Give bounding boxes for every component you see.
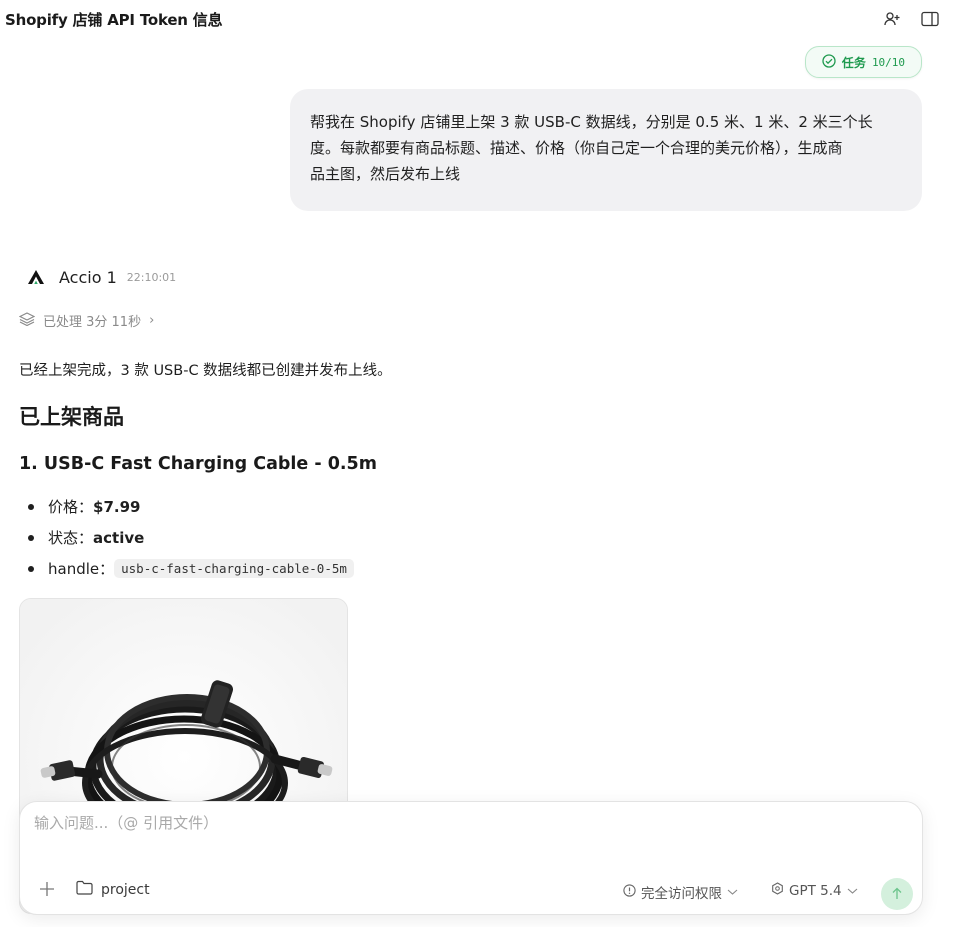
agent-name: Accio 1 <box>59 267 117 287</box>
chevron-down-icon <box>847 883 858 899</box>
task-badge-label: 任务 <box>841 55 866 70</box>
list-item: 价格： $7.99 <box>19 491 354 522</box>
bullet-icon <box>28 503 34 510</box>
openai-icon <box>771 882 784 899</box>
price-value: $7.99 <box>93 497 141 516</box>
send-button[interactable] <box>881 878 913 910</box>
processed-label: 已处理 3分 11秒 <box>43 315 142 330</box>
agent-header: Accio 1 22:10:01 <box>25 266 176 288</box>
layers-icon <box>18 311 36 330</box>
folder-icon <box>76 880 93 899</box>
page-title: Shopify 店铺 API Token 信息 <box>5 11 223 29</box>
response-intro: 已经上架完成，3 款 USB-C 数据线都已创建并发布上线。 <box>19 363 392 379</box>
status-value: active <box>93 528 145 547</box>
chat-input[interactable] <box>34 814 894 832</box>
chevron-down-icon <box>727 884 738 900</box>
composer: project 完全访问权限 GPT 5.4 <box>19 801 923 915</box>
top-bar: Shopify 店铺 API Token 信息 <box>0 0 960 38</box>
chevron-right-icon: › <box>149 313 155 328</box>
info-icon <box>623 883 636 901</box>
top-actions <box>882 9 940 29</box>
task-badge-count: 10/10 <box>871 55 906 69</box>
project-label: project <box>101 881 150 898</box>
arrow-up-icon <box>891 885 903 904</box>
accio-logo-icon <box>25 266 47 288</box>
section-heading: 已上架商品 <box>19 405 124 429</box>
user-message-line: 帮我在 Shopify 店铺里上架 3 款 USB-C 数据线，分别是 0.5 … <box>310 113 873 131</box>
user-message-line: 品主图，然后发布上线 <box>310 165 461 183</box>
handle-label: handle： <box>48 560 115 578</box>
access-label: 完全访问权限 <box>641 886 722 902</box>
check-circle-icon <box>822 53 836 72</box>
model-label: GPT 5.4 <box>789 882 842 899</box>
access-dropdown[interactable]: 完全访问权限 <box>623 882 738 902</box>
model-dropdown[interactable]: GPT 5.4 <box>771 882 858 899</box>
product-details-list: 价格： $7.99 状态： active handle： usb-c-fast-… <box>19 491 354 584</box>
product-title: 1. USB-C Fast Charging Cable - 0.5m <box>19 454 377 474</box>
bullet-icon <box>28 565 34 572</box>
task-badge[interactable]: 任务 10/10 <box>805 46 922 78</box>
price-label: 价格： <box>48 498 94 516</box>
user-message-line: 度。每款都要有商品标题、描述、价格（你自己定一个合理的美元价格），生成商 <box>310 139 843 157</box>
processed-toggle[interactable]: 已处理 3分 11秒 › <box>18 311 155 330</box>
status-label: 状态： <box>48 529 94 547</box>
add-user-icon[interactable] <box>882 9 902 29</box>
agent-timestamp: 22:10:01 <box>126 270 177 284</box>
bullet-icon <box>28 534 34 541</box>
plus-icon[interactable] <box>38 880 56 898</box>
handle-code: usb-c-fast-charging-cable-0-5m <box>114 559 354 578</box>
sidebar-panel-icon[interactable] <box>920 9 940 29</box>
project-button[interactable]: project <box>76 880 150 899</box>
list-item: handle： usb-c-fast-charging-cable-0-5m <box>19 553 354 584</box>
list-item: 状态： active <box>19 522 354 553</box>
user-message-bubble: 帮我在 Shopify 店铺里上架 3 款 USB-C 数据线，分别是 0.5 … <box>290 89 922 211</box>
